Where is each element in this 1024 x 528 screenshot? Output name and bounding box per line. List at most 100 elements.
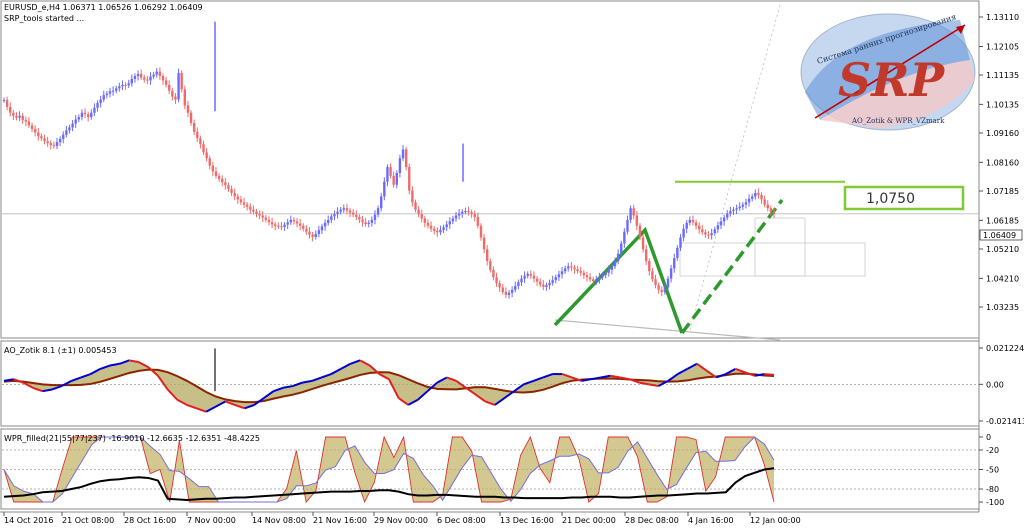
candle-body	[595, 279, 598, 282]
candle-body	[217, 175, 221, 179]
candle-body	[408, 167, 411, 191]
logo-sub-text: AO_Zotik & WPR_VZmark	[851, 117, 945, 125]
candle-body	[80, 112, 84, 118]
candle-body	[482, 237, 486, 250]
candle-body	[270, 222, 274, 225]
candle-body	[464, 211, 467, 213]
candle-body	[623, 231, 626, 244]
candle-body	[161, 76, 165, 81]
candle-body	[479, 225, 483, 238]
candle-body	[330, 216, 333, 220]
candle-body	[199, 138, 202, 145]
candle-body	[666, 278, 670, 288]
candle-body	[585, 275, 589, 278]
candle-body	[274, 224, 277, 226]
candle-body	[149, 76, 152, 81]
time-tick-label: 28 Dec 08:00	[625, 516, 679, 525]
candle-body	[404, 149, 408, 168]
candle-body	[283, 224, 286, 227]
zigzag-trend-line	[553, 226, 684, 334]
candle-body	[470, 212, 473, 215]
candle-body	[236, 196, 240, 200]
candle-body	[417, 209, 420, 215]
candle-body	[701, 229, 704, 233]
candle-body	[716, 225, 720, 230]
candle-body	[93, 107, 96, 113]
candle-body	[688, 219, 692, 223]
price-tick-label: 1.10135	[986, 100, 1019, 109]
candle-body	[77, 117, 81, 120]
candle-body	[598, 277, 601, 280]
candle-body	[202, 144, 205, 153]
candle-body	[146, 79, 149, 81]
candle-body	[90, 112, 93, 118]
candle-body	[298, 223, 302, 226]
candle-body	[726, 213, 729, 218]
candle-body	[389, 167, 392, 176]
candle-body	[18, 115, 21, 118]
srp-logo: SRP Система ранних прогнозирования AO_Zo…	[800, 12, 976, 131]
candle-body	[124, 84, 127, 86]
candle-body	[676, 247, 679, 259]
projection-box-outer	[679, 242, 866, 277]
time-tick-label: 29 Nov 00:00	[374, 516, 428, 525]
candle-body	[208, 158, 211, 166]
trading-chart[interactable]: 1.13110 1.12105 1.11135 1.10135 1.09160 1.081…	[0, 0, 1024, 528]
time-tick-label: 21 Oct 08:00	[62, 516, 114, 525]
wpr-tick-label: -20	[986, 446, 999, 455]
candle-body	[12, 112, 15, 116]
candle-body	[227, 185, 230, 190]
candle-body	[168, 84, 171, 91]
ao-tick-label: 0.00	[986, 380, 1004, 389]
candle-body	[616, 253, 620, 262]
dashed-trend-line	[680, 198, 784, 335]
candle-body	[364, 222, 367, 225]
candle-body	[183, 89, 187, 106]
candle-body	[423, 218, 427, 223]
candle-body	[501, 287, 504, 292]
candle-body	[252, 209, 255, 212]
candle-body	[339, 209, 342, 212]
candle-body	[644, 249, 648, 262]
candle-body	[532, 275, 536, 279]
candle-body	[710, 233, 713, 236]
candle-body	[747, 198, 751, 203]
candle-body	[582, 272, 586, 276]
candle-body	[24, 120, 28, 122]
candle-body	[451, 218, 455, 222]
candle-body	[345, 208, 349, 211]
candle-body	[395, 172, 398, 185]
wpr-tick-label: -50	[986, 466, 999, 475]
candle-body	[461, 211, 464, 214]
candle-body	[68, 127, 71, 131]
candle-body	[380, 196, 383, 209]
candle-body	[414, 202, 417, 210]
candle-body	[401, 149, 405, 159]
candle-body	[445, 224, 448, 228]
candle-body	[308, 231, 311, 235]
candle-body	[40, 136, 43, 139]
candle-body	[136, 73, 140, 77]
time-tick-label: 12 Jan 00:00	[750, 516, 801, 525]
lower-channel-line	[554, 319, 781, 341]
candle-body	[517, 282, 520, 287]
candle-body	[127, 83, 130, 86]
candle-body	[694, 222, 698, 226]
candle-body	[545, 285, 548, 287]
candle-body	[707, 234, 710, 236]
candle-body	[280, 226, 283, 228]
candle-body	[336, 211, 339, 215]
candle-body	[535, 278, 539, 282]
candle-body	[289, 219, 293, 223]
candle-body	[230, 189, 233, 193]
candle-body	[233, 192, 236, 197]
candle-body	[669, 268, 673, 279]
ao-indicator	[2, 348, 979, 413]
candle-body	[613, 261, 617, 267]
candle-body	[111, 90, 115, 92]
candle-body	[2, 100, 6, 102]
candle-body	[255, 211, 258, 215]
candle-body	[239, 199, 243, 203]
candle-body	[46, 141, 49, 143]
candle-body	[174, 96, 177, 100]
